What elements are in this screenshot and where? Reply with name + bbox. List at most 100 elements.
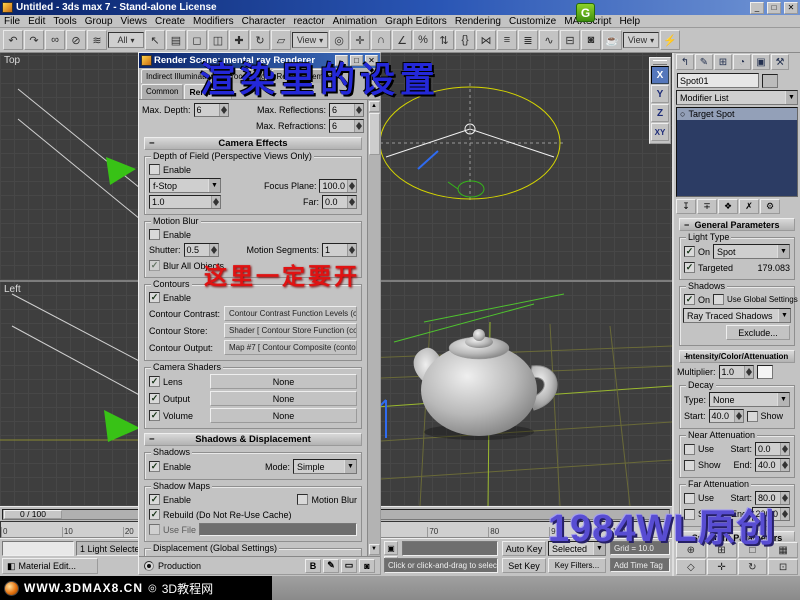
- restrict-x-button[interactable]: X: [651, 66, 669, 84]
- dof-mode-dropdown[interactable]: f-Stop▼: [149, 178, 221, 193]
- near-end-spinner[interactable]: 40.0: [755, 458, 790, 472]
- remove-modifier-icon[interactable]: ✗: [739, 199, 759, 214]
- curve-editor-icon[interactable]: ∿: [539, 30, 559, 50]
- restrict-z-button[interactable]: Z: [651, 104, 669, 122]
- decay-start-spinner[interactable]: 40.0: [709, 409, 744, 423]
- menu-item[interactable]: Edit: [24, 16, 49, 27]
- layer-manager-icon[interactable]: ≣: [518, 30, 538, 50]
- minimize-button[interactable]: _: [750, 2, 764, 14]
- max-refractions-spinner[interactable]: 6: [329, 119, 364, 133]
- menu-item[interactable]: Help: [615, 16, 644, 27]
- menu-item[interactable]: Group: [81, 16, 117, 27]
- render-scene-icon[interactable]: ☕: [602, 30, 622, 50]
- contour-contrast-button[interactable]: Contour Contrast Function Levels (contou…: [224, 306, 357, 321]
- pin-stack-icon[interactable]: ↧: [676, 199, 696, 214]
- multiplier-spinner[interactable]: 1.0: [719, 365, 754, 379]
- rebuild-checkbox[interactable]: [149, 509, 160, 520]
- intensity-rollout[interactable]: Intensity/Color/Attenuation: [679, 350, 795, 363]
- production-radio[interactable]: [144, 561, 154, 571]
- tab-display[interactable]: ▣: [752, 54, 770, 70]
- fstop-spinner[interactable]: 1.0: [149, 195, 221, 209]
- teapot-object[interactable]: [414, 329, 557, 440]
- volume-checkbox[interactable]: [149, 410, 160, 421]
- angle-snap-icon[interactable]: ∠: [392, 30, 412, 50]
- motion-blur-enable-checkbox[interactable]: [149, 229, 160, 240]
- use-file-field[interactable]: [199, 523, 357, 536]
- modifier-stack[interactable]: ○ Target Spot: [676, 107, 798, 197]
- annotation-shape-icon[interactable]: ▭: [341, 559, 357, 573]
- maximize-button[interactable]: □: [767, 2, 781, 14]
- contour-output-button[interactable]: Map #7 [ Contour Composite (contour) ]: [224, 340, 357, 355]
- align-icon[interactable]: ≡: [497, 30, 517, 50]
- tab-motion[interactable]: ◔: [733, 54, 751, 70]
- make-unique-icon[interactable]: ❖: [718, 199, 738, 214]
- use-pivot-point-center-icon[interactable]: ◎: [329, 30, 349, 50]
- motion-segments-spinner[interactable]: 1: [322, 243, 357, 257]
- menu-item[interactable]: Modifiers: [189, 16, 238, 27]
- output-shader-button[interactable]: None: [210, 391, 357, 406]
- schematic-view-icon[interactable]: ⊟: [560, 30, 580, 50]
- render-type-dropdown[interactable]: View: [623, 32, 659, 48]
- shadows-displacement-rollout[interactable]: Shadows & Displacement: [144, 433, 362, 446]
- select-and-move-icon[interactable]: ✚: [229, 30, 249, 50]
- decay-show-checkbox[interactable]: [747, 411, 758, 422]
- menu-item[interactable]: File: [0, 16, 24, 27]
- menu-item[interactable]: Tools: [49, 16, 80, 27]
- lock-selection-icon[interactable]: ▣: [384, 541, 398, 555]
- auto-key-button[interactable]: Auto Key: [502, 541, 546, 556]
- menu-item[interactable]: Rendering: [451, 16, 505, 27]
- scroll-down-icon[interactable]: ▼: [369, 544, 380, 555]
- menu-item[interactable]: Character: [238, 16, 290, 27]
- object-name-field[interactable]: [677, 73, 759, 88]
- max-depth-spinner[interactable]: 6: [194, 103, 229, 117]
- select-object-icon[interactable]: ↖: [145, 30, 165, 50]
- select-and-manipulate-icon[interactable]: ✛: [350, 30, 370, 50]
- max-reflections-spinner[interactable]: 6: [329, 103, 364, 117]
- near-show-checkbox[interactable]: [684, 460, 695, 471]
- use-file-checkbox[interactable]: [149, 524, 160, 535]
- bind-to-space-warp-icon[interactable]: ≋: [87, 30, 107, 50]
- close-button[interactable]: ✕: [784, 2, 798, 14]
- exclude-button[interactable]: Exclude...: [726, 325, 790, 340]
- select-by-name-icon[interactable]: ▤: [166, 30, 186, 50]
- key-filters-button[interactable]: Key Filters...: [548, 558, 606, 573]
- undo-icon[interactable]: ↶: [3, 30, 23, 50]
- shadow-type-dropdown[interactable]: Ray Traced Shadows▼: [683, 308, 791, 323]
- snaps-toggle-icon[interactable]: ∩: [371, 30, 391, 50]
- annotation-color-icon[interactable]: ◙: [359, 559, 375, 573]
- lens-shader-button[interactable]: None: [210, 374, 357, 389]
- shadows-enable-checkbox[interactable]: [149, 461, 160, 472]
- field-of-view-icon[interactable]: ◇: [676, 559, 706, 575]
- near-use-checkbox[interactable]: [684, 444, 695, 455]
- camera-effects-rollout[interactable]: Camera Effects: [144, 137, 362, 150]
- maxscript-mini-listener[interactable]: [2, 541, 74, 556]
- output-checkbox[interactable]: [149, 393, 160, 404]
- shadow-maps-motion-blur-checkbox[interactable]: [297, 494, 308, 505]
- add-time-tag[interactable]: Add Time Tag: [610, 558, 670, 572]
- viewport-perspective[interactable]: [334, 282, 672, 506]
- object-color-swatch[interactable]: [762, 74, 778, 88]
- dof-enable-checkbox[interactable]: [149, 164, 160, 175]
- shadow-on-checkbox[interactable]: [684, 294, 695, 305]
- contour-store-button[interactable]: Shader [ Contour Store Function (contour…: [224, 323, 357, 338]
- arc-rotate-icon[interactable]: ↻: [738, 559, 768, 575]
- tab-hierarchy[interactable]: ⊞: [714, 54, 732, 70]
- time-slider-button[interactable]: 0 / 100: [4, 510, 62, 519]
- menu-item[interactable]: Animation: [329, 16, 381, 27]
- set-key-button[interactable]: Set Key: [502, 558, 546, 573]
- shadow-maps-enable-checkbox[interactable]: [149, 494, 160, 505]
- tab-utilities[interactable]: ⚒: [771, 54, 789, 70]
- select-and-scale-icon[interactable]: ▱: [271, 30, 291, 50]
- configure-modifier-sets-icon[interactable]: ⚙: [760, 199, 780, 214]
- selection-filter-dropdown[interactable]: All: [108, 32, 144, 48]
- menu-item[interactable]: Customize: [505, 16, 560, 27]
- light-type-dropdown[interactable]: Spot▼: [713, 244, 790, 259]
- toolbar-grip[interactable]: [653, 60, 667, 65]
- scroll-thumb[interactable]: [369, 113, 380, 155]
- redo-icon[interactable]: ↷: [24, 30, 44, 50]
- decay-type-dropdown[interactable]: None▼: [709, 392, 790, 407]
- near-start-spinner[interactable]: 0.0: [755, 442, 790, 456]
- targeted-checkbox[interactable]: [684, 262, 695, 273]
- tab-create[interactable]: ↰: [676, 54, 694, 70]
- use-global-checkbox[interactable]: [713, 294, 724, 305]
